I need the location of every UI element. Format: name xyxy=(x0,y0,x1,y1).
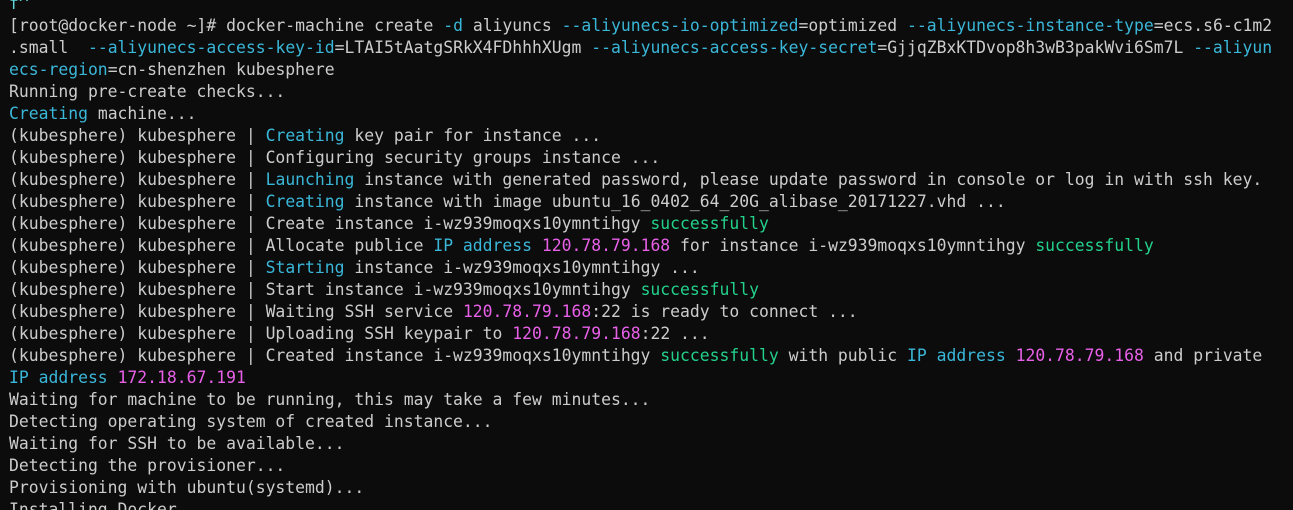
terminal-line: Provisioning with ubuntu(systemd)... xyxy=(9,477,1289,499)
terminal-text-segment: --aliyunecs-access-key-secret xyxy=(591,38,878,57)
terminal-text-segment: Detecting the provisioner... xyxy=(9,456,286,475)
terminal-line: Waiting for SSH to be available... xyxy=(9,433,1289,455)
terminal-text-segment: =ecs.s6-c1m2 xyxy=(1153,16,1273,35)
terminal-line: f^ xyxy=(9,0,1289,15)
terminal-text-segment: --aliyunecs-instance-type xyxy=(907,16,1154,35)
terminal-text-segment: (kubesphere) kubesphere | Uploading SSH … xyxy=(9,324,513,343)
terminal-line: Installing Docker... xyxy=(9,499,1289,510)
terminal-text-segment: Launching xyxy=(265,170,355,189)
terminal-text-segment: (kubesphere) kubesphere | Created instan… xyxy=(9,346,661,365)
terminal-text-segment: =optimized xyxy=(798,16,908,35)
terminal-text-segment: Creating xyxy=(9,104,88,123)
terminal-text-segment: Creating xyxy=(265,126,345,145)
terminal-line: Detecting the provisioner... xyxy=(9,455,1289,477)
terminal-line: (kubesphere) kubesphere | Create instanc… xyxy=(9,213,1289,235)
terminal-text-segment: instance i-wz939moqxs10ymntihgy ... xyxy=(344,258,700,277)
terminal-text-segment: Starting xyxy=(265,258,345,277)
terminal-text-segment: :22 ... xyxy=(640,324,710,343)
terminal-line: (kubesphere) kubesphere | Waiting SSH se… xyxy=(9,301,1289,323)
terminal-text-segment: =GjjqZBxKTDvop8h3wB3pakWvi6Sm7L xyxy=(877,38,1194,57)
terminal-text-segment: with public xyxy=(778,346,908,365)
terminal-text-segment: (kubesphere) kubesphere | Create instanc… xyxy=(9,214,651,233)
terminal-text-segment: (kubesphere) kubesphere | xyxy=(9,126,266,145)
terminal-text-segment: Detecting operating system of created in… xyxy=(9,412,493,431)
terminal-line: (kubesphere) kubesphere | Starting insta… xyxy=(9,257,1289,279)
terminal-text-segment: aliyuncs xyxy=(462,16,562,35)
terminal-line: ecs-region=cn-shenzhen kubesphere xyxy=(9,59,1289,81)
terminal-text-segment: =LTAI5tAatgSRkX4FDhhhXUgm xyxy=(334,38,592,57)
terminal-text-segment: key pair for instance ... xyxy=(344,126,602,145)
terminal-text-segment: :22 is ready to connect ... xyxy=(591,302,858,321)
terminal-text-segment: IP address xyxy=(907,346,1006,365)
terminal-text-segment: IP address xyxy=(433,236,533,255)
terminal-text-segment: machine... xyxy=(87,104,197,123)
terminal-text-segment: --aliyunecs-access-key-id xyxy=(87,38,335,57)
terminal-text-segment: --aliyun xyxy=(1193,38,1273,57)
terminal-text-segment: Installing Docker... xyxy=(9,500,207,510)
terminal-text-segment: and private xyxy=(1143,346,1263,365)
terminal-text-segment: successfully xyxy=(660,346,779,365)
terminal-text-segment: instance with generated password, please… xyxy=(354,170,1263,189)
terminal-output: f^ [root@docker-node ~]# docker-machine c… xyxy=(9,0,1289,510)
terminal-line: Detecting operating system of created in… xyxy=(9,411,1289,433)
terminal-line: (kubesphere) kubesphere | Start instance… xyxy=(9,279,1289,301)
terminal-text-segment: Provisioning with ubuntu(systemd)... xyxy=(9,478,365,497)
terminal-text-segment: (kubesphere) kubesphere | Waiting SSH se… xyxy=(9,302,463,321)
terminal-text-segment: =cn-shenzhen kubesphere xyxy=(107,60,335,79)
terminal-text-segment: 120.78.79.168 xyxy=(462,302,592,321)
terminal-text-segment: ecs-region xyxy=(9,60,108,79)
terminal-text-segment: 120.78.79.168 xyxy=(512,324,641,343)
terminal-text-segment: (kubesphere) kubesphere | Allocate publi… xyxy=(9,236,434,255)
terminal-text-segment: successfully xyxy=(650,214,769,233)
terminal-line: (kubesphere) kubesphere | Created instan… xyxy=(9,345,1289,367)
terminal-line: (kubesphere) kubesphere | Configuring se… xyxy=(9,147,1289,169)
terminal-line: IP address 172.18.67.191 xyxy=(9,367,1289,389)
terminal-text-segment: instance with image ubuntu_16_0402_64_20… xyxy=(344,192,1006,211)
terminal-text-segment: (kubesphere) kubesphere | xyxy=(9,258,266,277)
terminal-text-segment: (kubesphere) kubesphere | Start instance… xyxy=(9,280,641,299)
terminal-text-segment: [root@docker-node ~]# docker-machine cre… xyxy=(9,16,444,35)
terminal-text-segment: Running pre-create checks... xyxy=(9,82,286,101)
terminal-text-segment: 120.78.79.168 xyxy=(541,236,671,255)
terminal-text-segment: IP address xyxy=(9,368,108,387)
terminal-line: [root@docker-node ~]# docker-machine cre… xyxy=(9,15,1289,37)
terminal-line: Waiting for machine to be running, this … xyxy=(9,389,1289,411)
terminal-text-segment: successfully xyxy=(1035,236,1154,255)
terminal-line: Creating machine... xyxy=(9,103,1289,125)
terminal-line: .small --aliyunecs-access-key-id=LTAI5tA… xyxy=(9,37,1289,59)
terminal-text-segment: .small xyxy=(9,38,88,57)
terminal-text-segment: (kubesphere) kubesphere | xyxy=(9,170,266,189)
terminal-text-segment: Waiting for SSH to be available... xyxy=(9,434,345,453)
terminal-text-segment: Creating xyxy=(265,192,345,211)
terminal-line: Running pre-create checks... xyxy=(9,81,1289,103)
terminal-text-segment: (kubesphere) kubesphere | Configuring se… xyxy=(9,148,661,167)
terminal-line: (kubesphere) kubesphere | Creating insta… xyxy=(9,191,1289,213)
terminal-text-segment: Waiting for machine to be running, this … xyxy=(9,390,651,409)
terminal-line: (kubesphere) kubesphere | Allocate publi… xyxy=(9,235,1289,257)
terminal-line: (kubesphere) kubesphere | Uploading SSH … xyxy=(9,323,1289,345)
terminal-text-segment: -d xyxy=(443,16,463,35)
terminal-text-segment: --aliyunecs-io-optimized xyxy=(561,16,799,35)
terminal-text-segment: 172.18.67.191 xyxy=(117,368,246,387)
terminal-text-segment: successfully xyxy=(640,280,759,299)
terminal-text-segment: (kubesphere) kubesphere | xyxy=(9,192,266,211)
terminal-text-segment: for instance i-wz939moqxs10ymntihgy xyxy=(670,236,1036,255)
terminal-line: (kubesphere) kubesphere | Creating key p… xyxy=(9,125,1289,147)
terminal-line: (kubesphere) kubesphere | Launching inst… xyxy=(9,169,1289,191)
terminal-window[interactable]: f^ [root@docker-node ~]# docker-machine c… xyxy=(0,0,1293,510)
terminal-text-segment: 120.78.79.168 xyxy=(1015,346,1144,365)
terminal-text-segment: f^ xyxy=(9,0,29,13)
